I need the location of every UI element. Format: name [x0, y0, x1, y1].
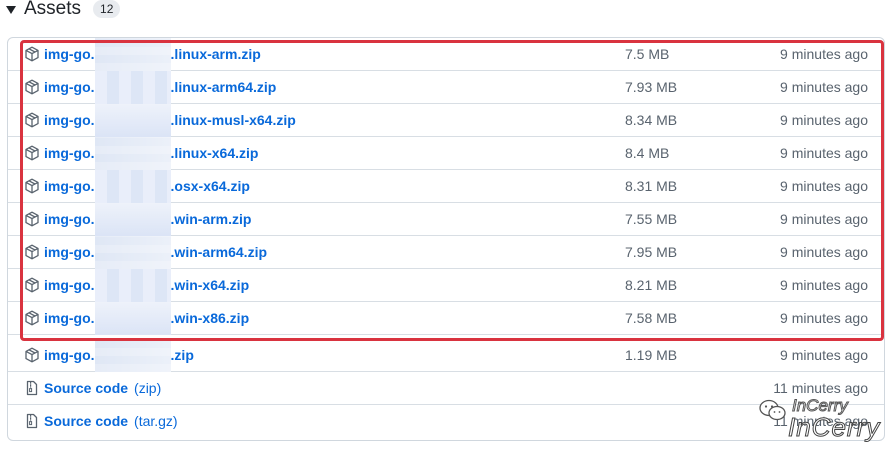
asset-link[interactable]: img-go. .linux-x64.zip: [44, 137, 258, 170]
redacted-mask: [94, 302, 171, 335]
asset-size: 7.5 MB: [625, 46, 670, 62]
package-icon: [25, 178, 39, 194]
asset-time: 9 minutes ago: [780, 178, 868, 194]
asset-name-suffix: .osx-x64.zip: [170, 178, 250, 194]
file-zip-icon: [26, 380, 38, 396]
asset-time: 9 minutes ago: [780, 347, 868, 363]
redacted-mask: [94, 104, 171, 137]
package-icon: [25, 277, 39, 293]
asset-link[interactable]: img-go. .win-x64.zip: [44, 269, 249, 302]
asset-row: img-go. .win-x64.zip 8.21 MB 9 minutes ag…: [8, 269, 884, 302]
source-row: Source code (tar.gz) 11 minutes ago: [8, 405, 884, 438]
asset-link[interactable]: img-go. .osx-x64.zip: [44, 170, 250, 203]
redacted-mask: [94, 38, 171, 71]
redacted-mask: [94, 269, 171, 302]
package-icon: [25, 347, 39, 363]
asset-size: 8.21 MB: [625, 277, 678, 293]
asset-size: 7.55 MB: [625, 211, 678, 227]
watermark: InCerry InCerry: [758, 392, 893, 448]
asset-time: 9 minutes ago: [780, 145, 868, 161]
source-ext: (tar.gz): [134, 413, 178, 429]
package-icon: [25, 79, 39, 95]
assets-count-badge: 12: [93, 0, 121, 18]
asset-row: img-go. .win-arm64.zip 7.95 MB 9 minutes …: [8, 236, 884, 269]
asset-time: 9 minutes ago: [780, 310, 868, 326]
asset-size: 7.58 MB: [625, 310, 678, 326]
source-targz-link[interactable]: Source code (tar.gz): [44, 405, 178, 438]
redacted-mask: [94, 71, 171, 104]
redacted-mask: [94, 339, 171, 372]
asset-time: 9 minutes ago: [780, 79, 868, 95]
source-label: Source code: [44, 413, 129, 429]
file-zip-icon: [26, 413, 38, 429]
asset-name-suffix: .linux-musl-x64.zip: [170, 112, 296, 128]
watermark-text-large: InCerry: [787, 412, 881, 443]
asset-time: 9 minutes ago: [780, 244, 868, 260]
asset-size: 8.31 MB: [625, 178, 678, 194]
package-icon: [25, 46, 39, 62]
source-ext: (zip): [134, 380, 162, 396]
redacted-mask: [94, 236, 171, 269]
asset-link[interactable]: img-go. .win-arm64.zip: [44, 236, 267, 269]
asset-name-prefix: img-go.: [44, 277, 95, 293]
redacted-mask: [94, 137, 171, 170]
asset-name-prefix: img-go.: [44, 211, 95, 227]
asset-row: img-go. .win-x86.zip 7.58 MB 9 minutes ag…: [8, 302, 884, 335]
package-icon: [25, 310, 39, 326]
package-icon: [25, 244, 39, 260]
asset-name-prefix: img-go.: [44, 244, 95, 260]
package-icon: [25, 145, 39, 161]
asset-name-suffix: .linux-x64.zip: [170, 145, 259, 161]
asset-row: img-go. .linux-arm64.zip 7.93 MB 9 minute…: [8, 71, 884, 104]
asset-row: img-go. .linux-arm.zip 7.5 MB 9 minutes a…: [8, 38, 884, 71]
asset-name-prefix: img-go.: [44, 112, 95, 128]
asset-name-suffix: .zip: [170, 347, 194, 363]
asset-row: img-go. .linux-musl-x64.zip 8.34 MB 9 min…: [8, 104, 884, 137]
asset-link[interactable]: img-go. .linux-arm64.zip: [44, 71, 276, 104]
asset-name-suffix: .win-arm64.zip: [170, 244, 268, 260]
assets-list: img-go. .linux-arm.zip 7.5 MB 9 minutes a…: [7, 37, 885, 441]
asset-link[interactable]: img-go. .linux-arm.zip: [44, 38, 261, 71]
asset-row: img-go. .win-arm.zip 7.55 MB 9 minutes ag…: [8, 203, 884, 236]
asset-name-suffix: .linux-arm.zip: [170, 46, 261, 62]
asset-name-prefix: img-go.: [44, 46, 95, 62]
asset-name-prefix: img-go.: [44, 79, 95, 95]
asset-time: 9 minutes ago: [780, 112, 868, 128]
asset-name-prefix: img-go.: [44, 145, 95, 161]
redacted-mask: [94, 203, 171, 236]
asset-name-suffix: .win-x86.zip: [170, 310, 250, 326]
redacted-mask: [94, 170, 171, 203]
package-icon: [25, 112, 39, 128]
asset-size: 8.4 MB: [625, 145, 670, 161]
wechat-icon: [759, 399, 786, 421]
source-label: Source code: [44, 380, 129, 396]
source-zip-link[interactable]: Source code (zip): [44, 372, 161, 405]
asset-size: 7.93 MB: [625, 79, 678, 95]
package-icon: [25, 211, 39, 227]
asset-name-prefix: img-go.: [44, 310, 95, 326]
asset-link[interactable]: img-go. .zip: [44, 339, 194, 372]
asset-link[interactable]: img-go. .win-arm.zip: [44, 203, 251, 236]
asset-row: img-go. .zip 1.19 MB 9 minutes ago: [8, 339, 884, 372]
asset-time: 9 minutes ago: [780, 277, 868, 293]
asset-link[interactable]: img-go. .linux-musl-x64.zip: [44, 104, 296, 137]
caret-down-icon[interactable]: [6, 6, 16, 14]
assets-title: Assets: [24, 0, 82, 19]
asset-name-prefix: img-go.: [44, 347, 95, 363]
asset-row: img-go. .linux-x64.zip 8.4 MB 9 minutes a…: [8, 137, 884, 170]
asset-time: 9 minutes ago: [780, 46, 868, 62]
assets-header[interactable]: Assets 12: [6, 0, 121, 24]
asset-size: 1.19 MB: [625, 347, 678, 363]
asset-name-suffix: .linux-arm64.zip: [170, 79, 277, 95]
asset-row: img-go. .osx-x64.zip 8.31 MB 9 minutes ag…: [8, 170, 884, 203]
asset-name-prefix: img-go.: [44, 178, 95, 194]
asset-name-suffix: .win-arm.zip: [170, 211, 252, 227]
asset-size: 7.95 MB: [625, 244, 678, 260]
asset-link[interactable]: img-go. .win-x86.zip: [44, 302, 249, 335]
asset-time: 9 minutes ago: [780, 211, 868, 227]
asset-size: 8.34 MB: [625, 112, 678, 128]
source-row: Source code (zip) 11 minutes ago: [8, 372, 884, 405]
asset-name-suffix: .win-x64.zip: [170, 277, 250, 293]
